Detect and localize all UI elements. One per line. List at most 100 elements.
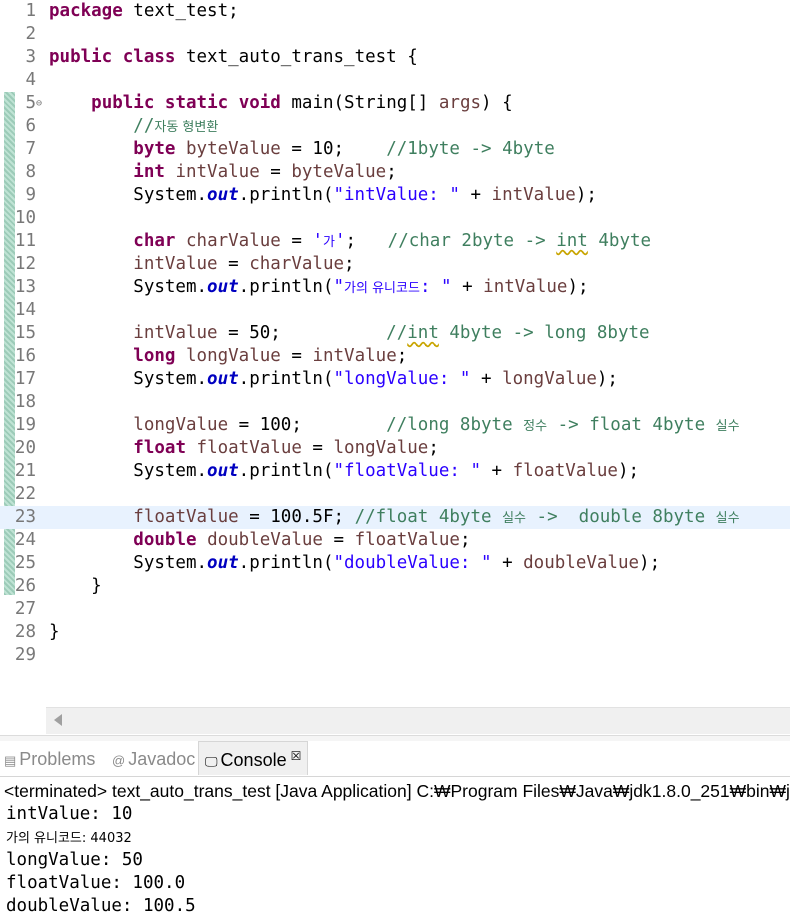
line-number: 7 <box>25 139 36 159</box>
code-editor[interactable]: 1 package text_test; 2 3 public class text_a… <box>0 0 790 735</box>
code-token: = <box>280 231 313 251</box>
line-number: 23 <box>14 507 36 527</box>
code-token: System. <box>49 185 208 205</box>
code-line[interactable]: 29 <box>0 644 790 667</box>
code-token: doubleValue <box>207 530 323 550</box>
fold-toggle-icon[interactable]: ⊖ <box>36 92 42 115</box>
code-token: System. <box>49 553 208 573</box>
line-number: 29 <box>14 645 36 665</box>
code-line[interactable]: 19 longValue = 100; //long 8byte 정수 -> f… <box>0 414 790 437</box>
code-token: .println( <box>238 185 334 205</box>
line-number: 15 <box>14 323 36 343</box>
code-line[interactable]: 15 intValue = 50; //int 4byte -> long 8b… <box>0 322 790 345</box>
code-token: floatValue <box>354 530 460 550</box>
code-token: byteValue <box>186 139 281 159</box>
code-text: public class text_auto_trans_test { <box>49 46 418 69</box>
code-token: ; <box>344 254 355 274</box>
code-token: floatValue <box>133 507 239 527</box>
code-token: int <box>133 162 165 182</box>
code-token: "longValue: " <box>333 369 471 389</box>
code-line[interactable]: 1 package text_test; <box>0 0 790 23</box>
scroll-left-arrow-icon[interactable] <box>54 714 62 726</box>
code-line[interactable]: 9 System.out.println("intValue: " + intV… <box>0 184 790 207</box>
code-line[interactable]: 4 <box>0 69 790 92</box>
horizontal-scrollbar[interactable] <box>46 707 790 734</box>
code-line[interactable]: 25 System.out.println("doubleValue: " + … <box>0 552 790 575</box>
code-line[interactable]: 3 public class text_auto_trans_test { <box>0 46 790 69</box>
line-number: 2 <box>25 24 36 44</box>
code-text: } <box>49 575 102 598</box>
code-token: = <box>301 438 334 458</box>
code-text: System.out.println("floatValue: " + floa… <box>49 460 639 483</box>
code-line[interactable]: 11 char charValue = '가'; //char 2byte ->… <box>0 230 790 253</box>
code-line[interactable]: 22 <box>0 483 790 506</box>
line-number: 10 <box>14 208 36 228</box>
line-number: 6 <box>25 116 36 136</box>
code-line[interactable]: 17 System.out.println("longValue: " + lo… <box>0 368 790 391</box>
code-line[interactable]: 18 <box>0 391 790 414</box>
tab-javadoc[interactable]: @ Javadoc <box>112 741 195 774</box>
code-line[interactable]: 2 <box>0 23 790 46</box>
code-token: ' <box>312 231 323 251</box>
code-line[interactable]: 28} <box>0 621 790 644</box>
code-line[interactable]: 16 long longValue = intValue; <box>0 345 790 368</box>
code-line[interactable]: 24 double doubleValue = floatValue; <box>0 529 790 552</box>
code-token: -> float 4byte <box>547 415 716 435</box>
code-token: = <box>280 346 313 366</box>
code-token: 자동 형변환 <box>154 120 219 135</box>
code-token: class <box>122 47 176 67</box>
code-line[interactable]: 23 floatValue = 100.5F; //float 4byte 실수… <box>0 506 790 529</box>
line-number: 16 <box>14 346 36 366</box>
code-text: long longValue = intValue; <box>49 345 407 368</box>
code-token: ) { <box>481 93 513 113</box>
code-token: byte <box>133 139 176 159</box>
code-line[interactable]: 20 float floatValue = longValue; <box>0 437 790 460</box>
line-number: 18 <box>14 392 36 412</box>
code-line[interactable]: 8 int intValue = byteValue; <box>0 161 790 184</box>
code-line[interactable]: 13 System.out.println("가의 유니코드: " + intV… <box>0 276 790 299</box>
code-token: intValue <box>483 277 568 297</box>
code-line[interactable]: 7 byte byteValue = 10; //1byte -> 4byte <box>0 138 790 161</box>
code-line[interactable]: 26 } <box>0 575 790 598</box>
code-token: "floatValue: " <box>333 461 481 481</box>
code-token: ); <box>567 277 589 297</box>
code-line[interactable]: 12 intValue = charValue; <box>0 253 790 276</box>
code-token: out <box>207 277 239 297</box>
code-text: int intValue = byteValue; <box>49 161 396 184</box>
code-text: } <box>49 621 60 644</box>
line-number: 28 <box>14 622 36 642</box>
code-line[interactable]: 5 ⊖ public static void main(String[] args… <box>0 92 790 115</box>
code-token: //float 4byte <box>354 507 503 527</box>
code-token: floatValue <box>196 438 302 458</box>
code-token: "intValue: " <box>333 185 460 205</box>
code-line[interactable]: 14 <box>0 299 790 322</box>
code-text: intValue = 50; //int 4byte -> long 8byte <box>49 322 649 345</box>
code-token: main(String[] <box>280 93 439 113</box>
code-line[interactable]: 6 //자동 형변환 <box>0 115 790 138</box>
code-token: charValue <box>186 231 281 251</box>
code-token: double <box>133 530 197 550</box>
code-text: float floatValue = longValue; <box>49 437 439 460</box>
code-token: // <box>386 323 408 343</box>
console-output[interactable]: intValue: 10 가의 유니코드: 44032 longValue: 5… <box>0 803 790 919</box>
code-text: System.out.println("가의 유니코드: " + intValu… <box>49 276 589 300</box>
close-icon[interactable]: ☒ <box>291 749 302 763</box>
code-line[interactable]: 21 System.out.println("floatValue: " + f… <box>0 460 790 483</box>
tab-problems[interactable]: ▤ Problems <box>4 741 95 774</box>
line-number: 4 <box>25 70 36 90</box>
code-line[interactable]: 27 <box>0 598 790 621</box>
code-text: double doubleValue = floatValue; <box>49 529 470 552</box>
code-token: .println( <box>238 553 334 573</box>
tab-console[interactable]: 🖵 Console ☒ <box>198 741 309 775</box>
code-line[interactable]: 10 <box>0 207 790 230</box>
code-token: + <box>451 277 484 297</box>
code-token: + <box>481 461 513 481</box>
